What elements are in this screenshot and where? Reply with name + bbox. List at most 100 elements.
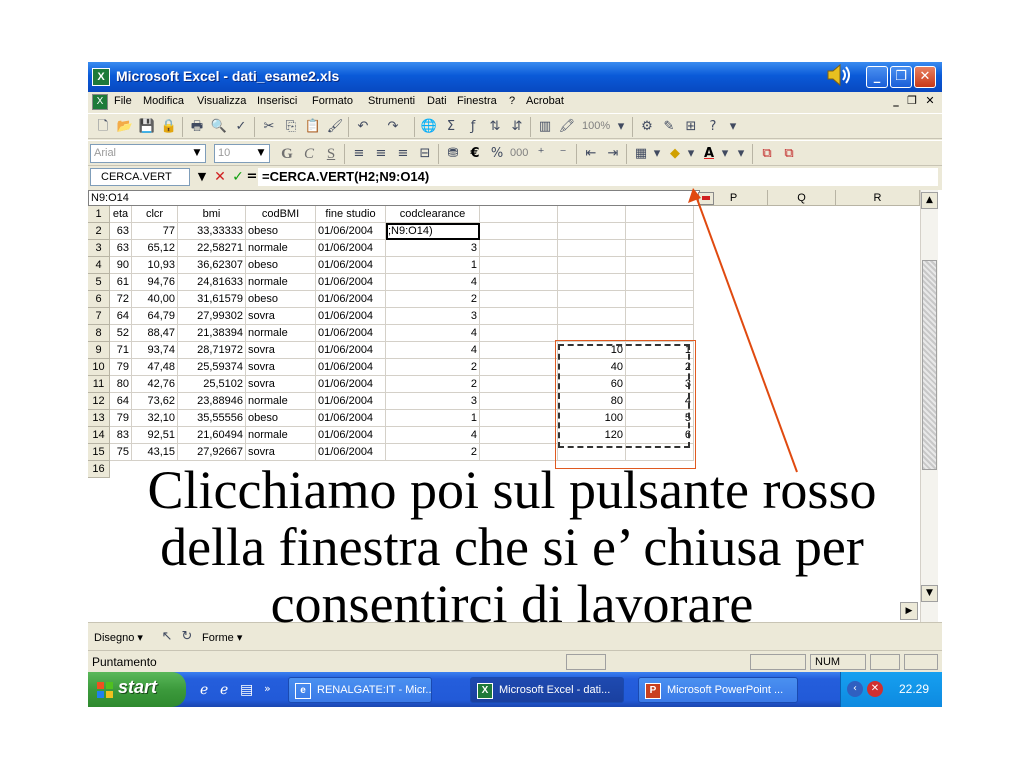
empty-cell[interactable] bbox=[480, 291, 558, 308]
data-cell[interactable]: 23,88946 bbox=[178, 393, 246, 410]
data-cell[interactable]: 01/06/2004 bbox=[316, 342, 386, 359]
empty-cell[interactable] bbox=[558, 444, 626, 461]
minimize-button[interactable]: _ bbox=[866, 66, 888, 88]
data-cell[interactable]: 3 bbox=[386, 393, 480, 410]
data-cell[interactable]: 21,60494 bbox=[178, 427, 246, 444]
maximize-button[interactable]: ❐ bbox=[890, 66, 912, 88]
data-cell[interactable]: 2 bbox=[386, 376, 480, 393]
data-cell[interactable]: 2 bbox=[386, 444, 480, 461]
data-cell[interactable]: 71 bbox=[110, 342, 132, 359]
data-cell[interactable]: 88,47 bbox=[132, 325, 178, 342]
euro-button[interactable]: € bbox=[466, 145, 484, 163]
empty-cell[interactable] bbox=[626, 291, 694, 308]
sort-ascending-icon[interactable]: ⇅ bbox=[486, 118, 504, 136]
data-cell[interactable]: 01/06/2004 bbox=[316, 257, 386, 274]
data-cell[interactable]: 52 bbox=[110, 325, 132, 342]
paste-icon[interactable]: 📋 bbox=[304, 118, 322, 136]
redo-icon[interactable]: ↷ bbox=[384, 118, 402, 136]
lookup-cell[interactable]: 120 bbox=[558, 427, 626, 444]
lookup-cell[interactable]: 1 bbox=[626, 342, 694, 359]
row-header[interactable]: 1 bbox=[88, 206, 110, 223]
ie-quicklaunch-icon[interactable]: ℯ bbox=[200, 682, 208, 698]
row-header[interactable]: 14 bbox=[88, 427, 110, 444]
chevron-down-icon[interactable]: ▼ bbox=[194, 168, 210, 186]
header-cell[interactable]: codclearance bbox=[386, 206, 480, 223]
empty-cell[interactable] bbox=[480, 257, 558, 274]
italic-button[interactable]: C bbox=[300, 145, 318, 163]
data-cell[interactable]: 25,59374 bbox=[178, 359, 246, 376]
column-header-q[interactable]: Q bbox=[768, 190, 836, 206]
copy-icon[interactable]: ⎘ bbox=[282, 118, 300, 136]
hyperlink-icon[interactable]: 🌐 bbox=[420, 118, 438, 136]
save-icon[interactable]: 💾 bbox=[138, 118, 156, 136]
data-cell[interactable]: sovra bbox=[246, 308, 316, 325]
data-cell[interactable]: 65,12 bbox=[132, 240, 178, 257]
data-cell[interactable]: 61 bbox=[110, 274, 132, 291]
empty-cell[interactable] bbox=[626, 240, 694, 257]
print-preview-icon[interactable]: 🔍 bbox=[210, 118, 228, 136]
name-box[interactable]: CERCA.VERT bbox=[90, 168, 190, 186]
align-left-icon[interactable]: ≡ bbox=[350, 145, 368, 163]
data-cell[interactable]: 94,76 bbox=[132, 274, 178, 291]
lookup-cell[interactable]: 3 bbox=[626, 376, 694, 393]
empty-cell[interactable] bbox=[558, 206, 626, 223]
workbook-icon[interactable]: X bbox=[92, 94, 108, 110]
data-cell[interactable]: sovra bbox=[246, 342, 316, 359]
undo-icon[interactable]: ↶ bbox=[354, 118, 372, 136]
data-cell[interactable]: 3 bbox=[386, 240, 480, 257]
empty-cell[interactable] bbox=[480, 240, 558, 257]
data-cell[interactable]: 3 bbox=[386, 308, 480, 325]
drawing-icon[interactable]: 🖍 bbox=[558, 118, 576, 136]
header-cell[interactable]: bmi bbox=[178, 206, 246, 223]
column-header-r[interactable]: R bbox=[836, 190, 920, 206]
data-cell[interactable]: normale bbox=[246, 427, 316, 444]
empty-cell[interactable] bbox=[480, 223, 558, 240]
decrease-decimal-icon[interactable]: ⁻ bbox=[554, 145, 572, 163]
data-cell[interactable]: 01/06/2004 bbox=[316, 291, 386, 308]
header-cell[interactable]: fine studio bbox=[316, 206, 386, 223]
menu-modifica[interactable]: Modifica bbox=[143, 95, 184, 107]
data-cell[interactable]: 22,58271 bbox=[178, 240, 246, 257]
row-header[interactable]: 15 bbox=[88, 444, 110, 461]
review-icon[interactable]: ✎ bbox=[660, 118, 678, 136]
menu-help[interactable]: ? bbox=[509, 95, 515, 107]
data-cell[interactable]: 24,81633 bbox=[178, 274, 246, 291]
thousands-button[interactable]: 000 bbox=[510, 147, 528, 159]
task-renalgate[interactable]: e RENALGATE:IT - Micr... bbox=[288, 677, 432, 703]
data-cell[interactable]: 01/06/2004 bbox=[316, 427, 386, 444]
data-cell[interactable]: 35,55556 bbox=[178, 410, 246, 427]
row-header[interactable]: 8 bbox=[88, 325, 110, 342]
menu-file[interactable]: File bbox=[114, 95, 132, 107]
empty-cell[interactable] bbox=[558, 308, 626, 325]
data-cell[interactable]: obeso bbox=[246, 410, 316, 427]
empty-cell[interactable] bbox=[480, 427, 558, 444]
data-cell[interactable]: 63 bbox=[110, 240, 132, 257]
lookup-cell[interactable]: 100 bbox=[558, 410, 626, 427]
merge-center-icon[interactable]: ⊟ bbox=[416, 145, 434, 163]
browser-quicklaunch-icon[interactable]: ℯ bbox=[220, 682, 228, 698]
empty-cell[interactable] bbox=[558, 325, 626, 342]
data-cell[interactable]: sovra bbox=[246, 376, 316, 393]
align-right-icon[interactable]: ≡ bbox=[394, 145, 412, 163]
data-cell[interactable]: 64 bbox=[110, 393, 132, 410]
data-cell[interactable]: 77 bbox=[132, 223, 178, 240]
data-cell[interactable]: 27,92667 bbox=[178, 444, 246, 461]
empty-cell[interactable] bbox=[480, 376, 558, 393]
spelling-icon[interactable]: ✓ bbox=[232, 118, 250, 136]
empty-cell[interactable] bbox=[480, 342, 558, 359]
merge-icon[interactable]: ⊞ bbox=[682, 118, 700, 136]
data-cell[interactable]: 79 bbox=[110, 410, 132, 427]
data-cell[interactable]: 93,74 bbox=[132, 342, 178, 359]
lookup-cell[interactable]: 60 bbox=[558, 376, 626, 393]
scroll-up-icon[interactable]: ▲ bbox=[921, 192, 938, 209]
empty-cell[interactable] bbox=[480, 393, 558, 410]
data-cell[interactable]: 80 bbox=[110, 376, 132, 393]
decrease-indent-icon[interactable]: ⇤ bbox=[582, 145, 600, 163]
row-header[interactable]: 13 bbox=[88, 410, 110, 427]
data-cell[interactable]: sovra bbox=[246, 444, 316, 461]
header-cell[interactable]: codBMI bbox=[246, 206, 316, 223]
empty-cell[interactable] bbox=[558, 240, 626, 257]
data-cell[interactable]: 01/06/2004 bbox=[316, 410, 386, 427]
permission-icon[interactable]: 🔒 bbox=[160, 118, 178, 136]
pdf-mail-icon[interactable]: ⧉ bbox=[780, 145, 798, 163]
